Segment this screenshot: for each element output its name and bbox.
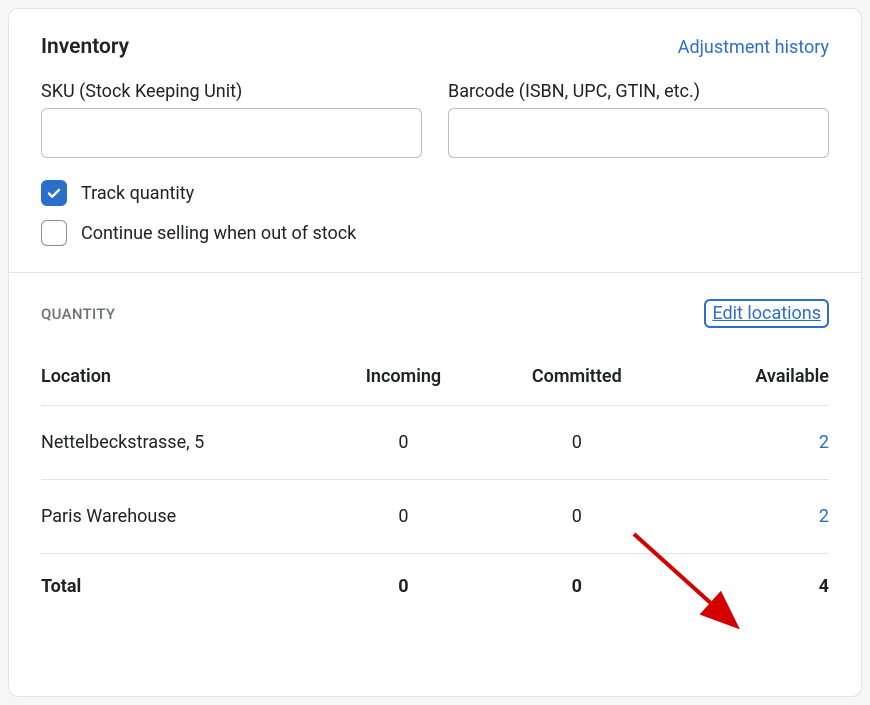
col-available: Available [671, 356, 829, 406]
available-link[interactable]: 2 [819, 432, 829, 453]
sku-label: SKU (Stock Keeping Unit) [41, 81, 422, 102]
track-quantity-label: Track quantity [81, 183, 194, 204]
sku-input[interactable] [41, 108, 422, 158]
cell-incoming: 0 [325, 406, 483, 480]
cell-available: 2 [671, 480, 829, 554]
barcode-label: Barcode (ISBN, UPC, GTIN, etc.) [448, 81, 829, 102]
table-header-row: Location Incoming Committed Available [41, 356, 829, 406]
total-label: Total [41, 554, 325, 608]
quantity-subhead: QUANTITY [41, 305, 115, 323]
locations-table: Location Incoming Committed Available Ne… [41, 356, 829, 607]
cell-location: Nettelbeckstrasse, 5 [41, 406, 325, 480]
header-row: Inventory Adjustment history [41, 35, 829, 59]
cell-incoming: 0 [325, 480, 483, 554]
col-committed: Committed [482, 356, 671, 406]
cell-location: Paris Warehouse [41, 480, 325, 554]
table-row: Paris Warehouse 0 0 2 [41, 480, 829, 554]
adjustment-history-link[interactable]: Adjustment history [678, 37, 829, 58]
barcode-input[interactable] [448, 108, 829, 158]
cell-committed: 0 [482, 406, 671, 480]
total-incoming: 0 [325, 554, 483, 608]
table-row: Nettelbeckstrasse, 5 0 0 2 [41, 406, 829, 480]
inventory-section: Inventory Adjustment history SKU (Stock … [9, 9, 861, 272]
cell-committed: 0 [482, 480, 671, 554]
cell-available: 2 [671, 406, 829, 480]
col-incoming: Incoming [325, 356, 483, 406]
table-total-row: Total 0 0 4 [41, 554, 829, 608]
track-quantity-checkbox[interactable] [41, 180, 67, 206]
sku-field-group: SKU (Stock Keeping Unit) [41, 81, 422, 158]
quantity-header-row: QUANTITY Edit locations [41, 299, 829, 328]
col-location: Location [41, 356, 325, 406]
edit-locations-link[interactable]: Edit locations [704, 299, 829, 328]
quantity-section: QUANTITY Edit locations Location Incomin… [9, 272, 861, 633]
continue-selling-row: Continue selling when out of stock [41, 220, 829, 246]
total-committed: 0 [482, 554, 671, 608]
total-available: 4 [671, 554, 829, 608]
barcode-field-group: Barcode (ISBN, UPC, GTIN, etc.) [448, 81, 829, 158]
page-title: Inventory [41, 35, 129, 59]
track-quantity-row: Track quantity [41, 180, 829, 206]
inventory-card: Inventory Adjustment history SKU (Stock … [8, 8, 862, 697]
check-icon [46, 185, 62, 201]
field-row: SKU (Stock Keeping Unit) Barcode (ISBN, … [41, 81, 829, 158]
continue-selling-checkbox[interactable] [41, 220, 67, 246]
continue-selling-label: Continue selling when out of stock [81, 223, 356, 244]
available-link[interactable]: 2 [819, 506, 829, 527]
